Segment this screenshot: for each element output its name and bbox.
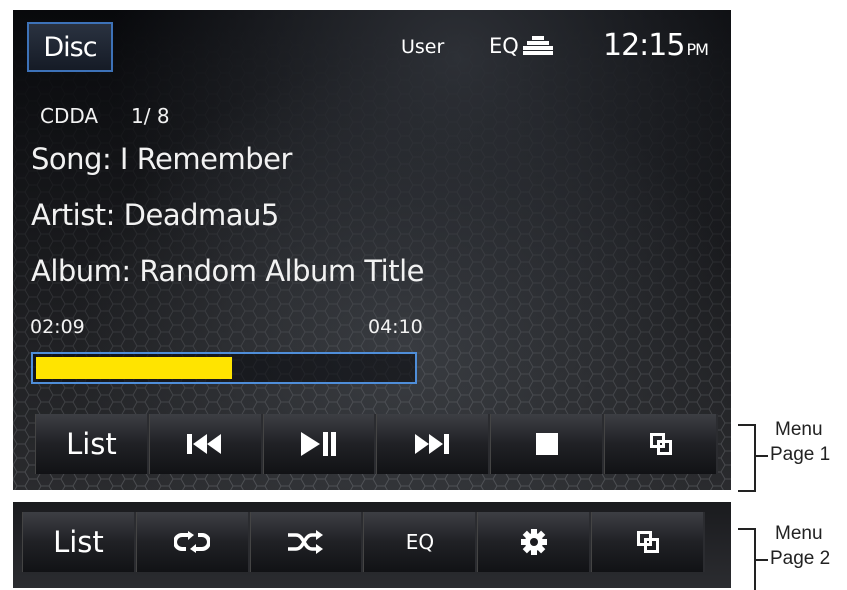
player-screen: Disc User EQ 12:15 PM CDDA 1/ 8 Song: I R… xyxy=(13,10,731,490)
eq-button-label: EQ xyxy=(405,530,435,554)
song-title: Song: I Remember xyxy=(31,142,292,176)
page-switch-icon xyxy=(636,531,659,553)
album-title: Album: Random Album Title xyxy=(31,254,425,288)
elapsed-time: 02:09 xyxy=(30,316,85,338)
shuffle-icon xyxy=(288,530,324,554)
repeat-button[interactable] xyxy=(135,512,250,572)
menu-page-switch-button-page-2[interactable] xyxy=(591,512,705,572)
track-position: 1/ 8 xyxy=(131,104,170,128)
menu-page-1-label-line1: Menu xyxy=(775,419,823,440)
clock-ampm: PM xyxy=(686,40,708,59)
list-button[interactable]: List xyxy=(35,414,149,474)
menu-page-1-bracket xyxy=(738,424,756,492)
list-button-page-2[interactable]: List xyxy=(22,512,136,572)
settings-button[interactable] xyxy=(477,512,592,572)
menu-page-1-label-line2: Page 1 xyxy=(770,444,831,465)
progress-bar[interactable] xyxy=(31,352,417,384)
stop-button[interactable] xyxy=(490,414,605,474)
clock: 12:15 PM xyxy=(603,28,709,63)
total-time: 04:10 xyxy=(368,316,423,338)
previous-track-button[interactable] xyxy=(148,414,263,474)
menu-page-2-bracket-tick xyxy=(754,559,768,561)
equalizer-icon xyxy=(522,36,553,56)
menu-page-switch-button[interactable] xyxy=(604,414,718,474)
disc-format: CDDA xyxy=(40,104,99,128)
previous-track-icon xyxy=(187,434,222,454)
next-track-icon xyxy=(414,434,449,454)
shuffle-button[interactable] xyxy=(249,512,364,572)
menu-page-1-bracket-tick xyxy=(754,455,768,457)
eq-button[interactable]: EQ xyxy=(363,512,478,572)
repeat-icon xyxy=(174,531,211,553)
eq-mode-label: User xyxy=(401,36,445,58)
menu-page-1: List xyxy=(35,414,718,474)
menu-page-2: List EQ xyxy=(22,512,705,572)
source-disc-button[interactable]: Disc xyxy=(27,22,113,72)
artist-name: Artist: Deadmau5 xyxy=(31,198,279,232)
eq-label: EQ xyxy=(489,34,519,58)
stop-icon xyxy=(535,433,558,455)
menu-page-2-strip: List EQ xyxy=(13,502,731,588)
next-track-button[interactable] xyxy=(376,414,491,474)
eq-indicator: EQ xyxy=(489,34,553,58)
page-switch-icon xyxy=(649,433,672,455)
menu-page-2-label-line2: Page 2 xyxy=(770,548,831,569)
play-pause-icon xyxy=(301,432,337,456)
clock-time: 12:15 xyxy=(603,28,685,63)
settings-gear-icon xyxy=(520,529,547,555)
progress-fill xyxy=(36,357,232,379)
menu-page-2-label-line1: Menu xyxy=(775,523,823,544)
play-pause-button[interactable] xyxy=(262,414,377,474)
